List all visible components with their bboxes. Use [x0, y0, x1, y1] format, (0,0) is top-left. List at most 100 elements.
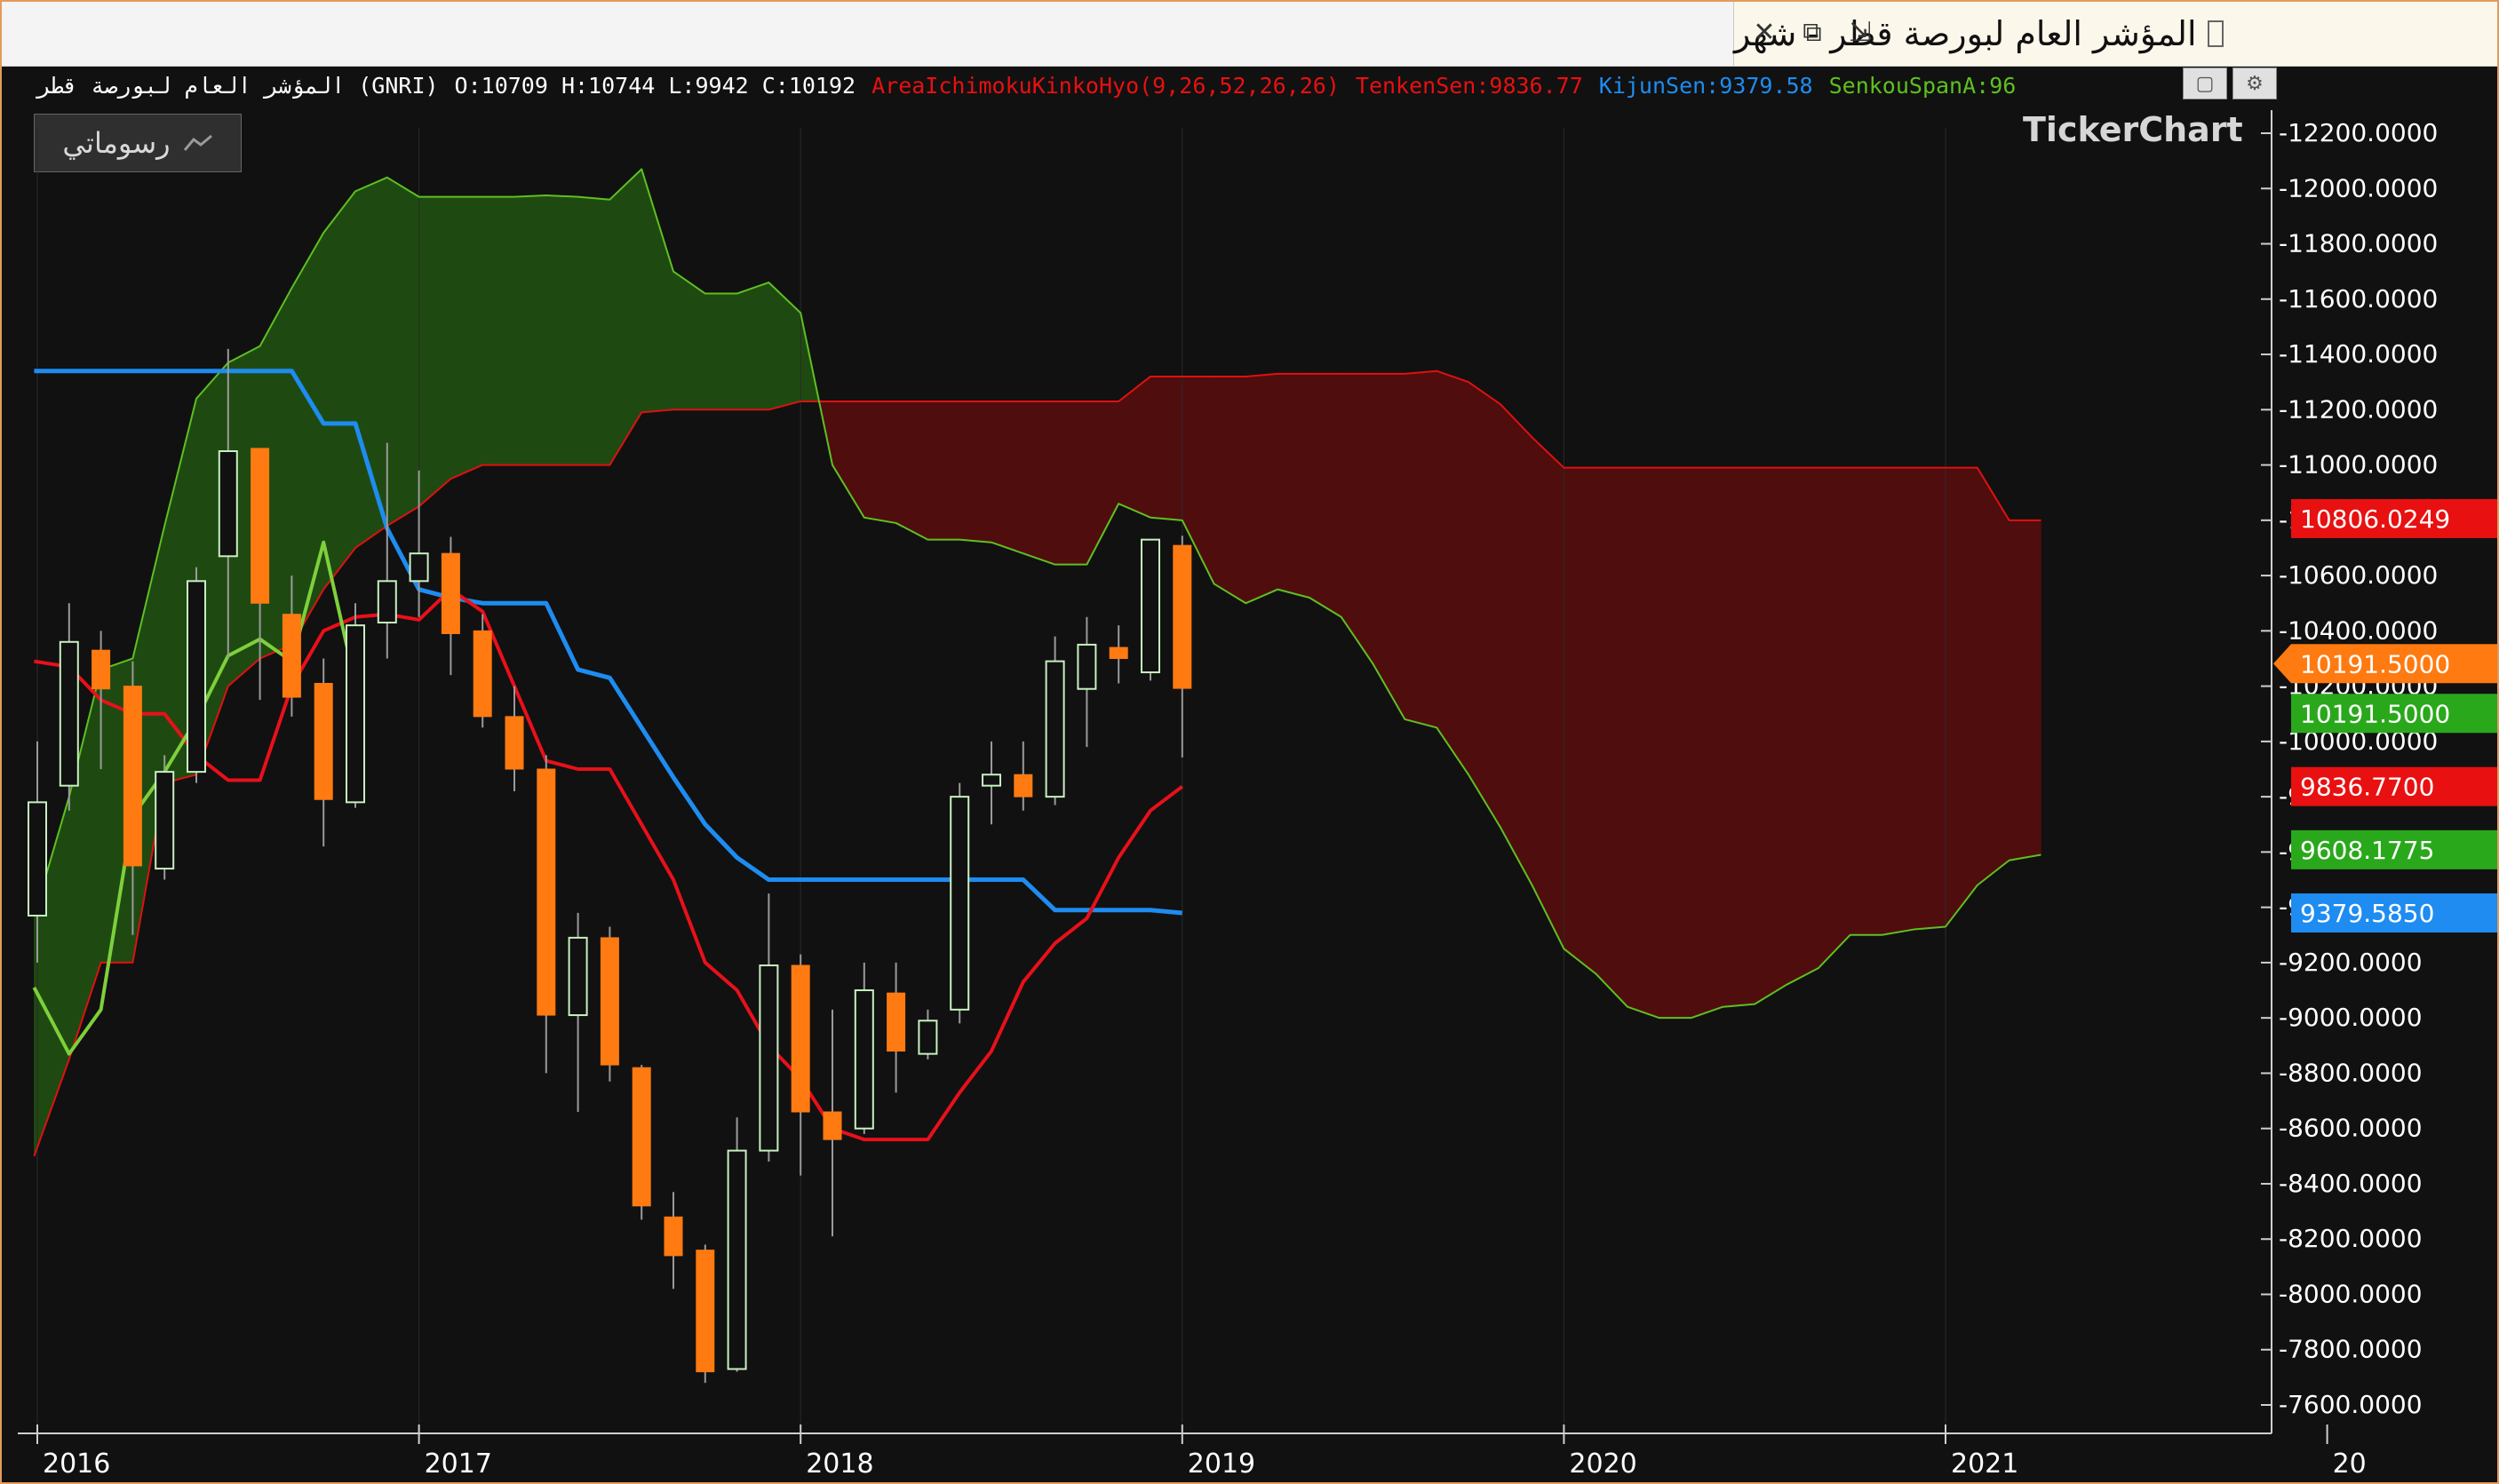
cloud-segment [1405, 370, 1437, 728]
price-tick-label: -11000.0000 [2279, 450, 2438, 480]
candle [346, 603, 365, 808]
candle-body [950, 796, 970, 1011]
candle [1045, 636, 1065, 805]
candle [59, 603, 79, 811]
candle-body [314, 682, 333, 800]
cloud-segment [1532, 436, 1564, 949]
candle-body [377, 580, 397, 624]
candle-body [600, 937, 619, 1066]
time-tick-label: 2017 [425, 1448, 492, 1480]
cloud-segment [1627, 467, 1660, 1019]
cloud-segment [1309, 373, 1342, 618]
candle-body [218, 450, 238, 558]
time-tick-label: 2021 [1951, 1448, 2018, 1480]
candle-body [123, 686, 142, 867]
candle [473, 614, 492, 728]
ichimoku-chart[interactable]: -7600.0000 -7800.0000 -8000.0000 -8200.0000… [2, 2, 2497, 1482]
price-tick-label: -10400.0000 [2279, 615, 2438, 645]
value-label-text: 9608.1775 [2300, 836, 2434, 865]
candle [982, 741, 1001, 825]
candle [887, 962, 906, 1093]
candle-body [854, 989, 874, 1130]
cloud-segment [386, 177, 419, 527]
candle-body [409, 552, 429, 583]
cloud-segment [1723, 467, 1755, 1008]
time-tick-label: 2019 [1188, 1448, 1255, 1480]
cloud-segment [1691, 467, 1723, 1019]
cloud-segment [959, 401, 992, 544]
candle [1109, 625, 1128, 684]
candle-body [187, 580, 206, 774]
candle [759, 893, 779, 1163]
time-tick-label: 2020 [1569, 1448, 1636, 1480]
candle [1077, 616, 1097, 748]
cloud-segment [768, 282, 801, 410]
cloud-segment [450, 196, 483, 480]
cloud-segment [736, 282, 769, 410]
cloud-segment [1945, 467, 1978, 928]
price-tick-label: -7800.0000 [2279, 1335, 2423, 1364]
candle-body [537, 768, 556, 1016]
candle [854, 962, 874, 1134]
candle-body [887, 992, 906, 1052]
candle-body [1045, 660, 1065, 798]
candle-body [918, 1020, 938, 1055]
cloud-segment [704, 293, 737, 410]
candle-body [1173, 544, 1192, 689]
cloud-segment [1500, 403, 1532, 885]
candle [1141, 538, 1160, 681]
cloud-segment [895, 401, 928, 541]
candle [600, 926, 619, 1082]
candle-body [1141, 538, 1160, 674]
candle [950, 782, 970, 1024]
value-label-cloud-top: 10806.0249 [2291, 498, 2497, 538]
cloud-segment [1659, 467, 1691, 1019]
candle-body [92, 649, 111, 690]
price-tick-label: -11200.0000 [2279, 394, 2438, 424]
cloud-segment [291, 231, 324, 647]
cloud-segment [1214, 376, 1246, 604]
candle-body [505, 716, 524, 770]
candle [441, 536, 460, 676]
cloud-segment [1468, 381, 1501, 829]
candle [791, 954, 810, 1176]
candle [568, 912, 588, 1113]
price-tick-label: -8800.0000 [2279, 1058, 2423, 1087]
candle [314, 658, 333, 847]
candle-body [1077, 643, 1097, 690]
cloud-segment [1786, 467, 1819, 986]
candle [632, 1065, 651, 1220]
price-tick-label: -12200.0000 [2279, 118, 2438, 147]
candle [823, 1009, 842, 1237]
cloud-segment [322, 190, 356, 591]
value-label-close-marker: 10191.5000 [2291, 694, 2497, 734]
price-tick-label: -8200.0000 [2279, 1224, 2423, 1253]
candle-body [791, 964, 810, 1113]
time-tick-label: 20 [2333, 1448, 2367, 1480]
candle [727, 1117, 747, 1372]
cloud-segment [1341, 373, 1373, 665]
value-label-text: 9379.5850 [2300, 899, 2434, 928]
cloud-segment [1373, 373, 1405, 721]
candle-body [1014, 774, 1033, 798]
candle-body [727, 1149, 747, 1370]
candle-body [441, 552, 460, 634]
candle-body [664, 1216, 683, 1257]
candle-body [982, 774, 1001, 787]
cloud-segment [864, 401, 896, 524]
cloud-segment [545, 194, 578, 465]
cloud-segment [2009, 520, 2041, 861]
cloud-segment [991, 401, 1024, 554]
candle-body [346, 624, 365, 804]
candle-body [696, 1250, 715, 1373]
price-tick-label: -10600.0000 [2279, 560, 2438, 590]
candle-body [251, 448, 270, 604]
value-label-text: 10806.0249 [2300, 504, 2450, 534]
cloud-segment [1850, 467, 1882, 936]
candle [187, 567, 206, 783]
value-label-kijun: 9379.5850 [2291, 893, 2497, 933]
candle [918, 1009, 938, 1059]
cloud-segment [1882, 467, 1914, 936]
candle-body [823, 1111, 842, 1140]
cloud-segment [1277, 373, 1310, 599]
